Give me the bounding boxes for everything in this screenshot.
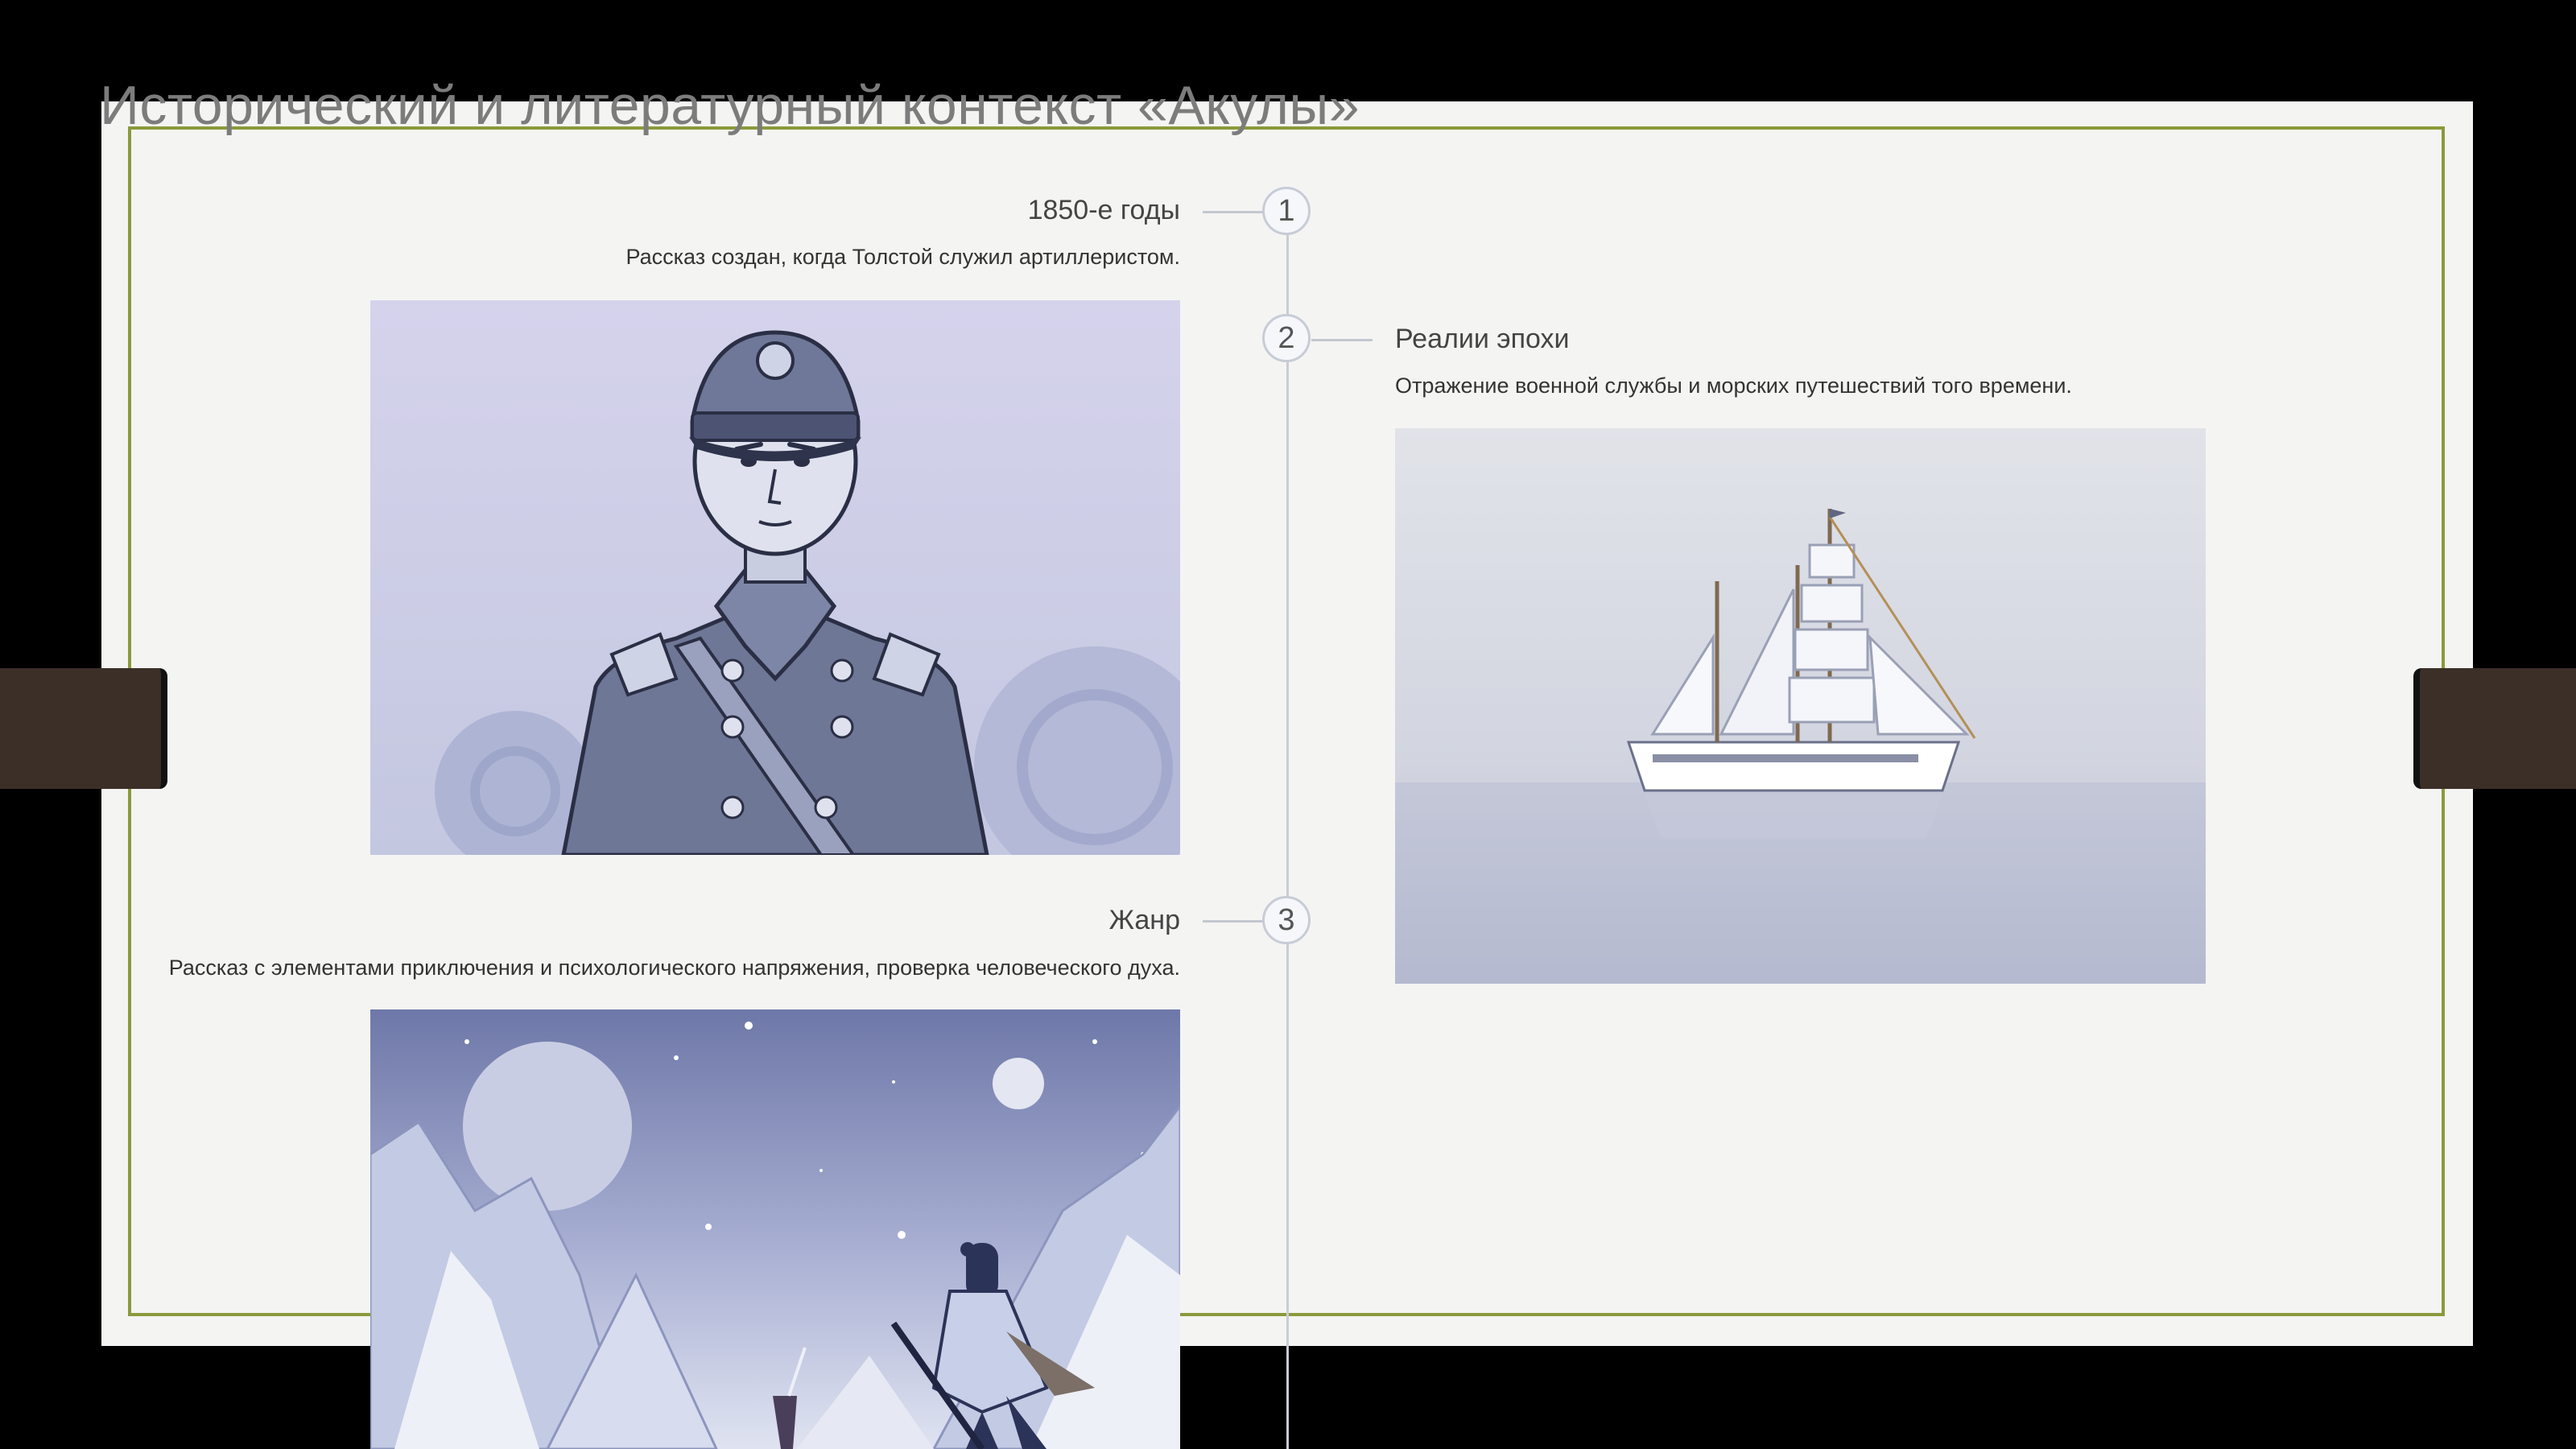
timeline-node-3: 3 xyxy=(1262,896,1311,944)
sailing-ship-illustration xyxy=(1395,428,2206,984)
timeline-connector-2 xyxy=(1311,339,1373,341)
timeline-node-number: 3 xyxy=(1278,902,1295,937)
officer-illustration xyxy=(370,300,1180,855)
event-description-3: Рассказ с элементами приключения и психо… xyxy=(168,956,1180,980)
mountain-warrior-illustration xyxy=(370,1009,1180,1449)
timeline-node-number: 1 xyxy=(1278,193,1295,228)
timeline-connector-3 xyxy=(1203,920,1264,923)
timeline-node-1: 1 xyxy=(1262,187,1311,235)
right-side-tab xyxy=(2413,668,2576,789)
left-side-tab xyxy=(0,668,167,789)
timeline-node-number: 2 xyxy=(1278,320,1295,355)
timeline-connector-1 xyxy=(1203,211,1264,213)
event-description-2: Отражение военной службы и морских путеш… xyxy=(1395,374,2072,398)
event-title-3: Жанр xyxy=(1108,905,1180,935)
event-title-1: 1850-е годы xyxy=(1027,195,1180,225)
event-title-2: Реалии эпохи xyxy=(1395,324,1570,354)
timeline-node-2: 2 xyxy=(1262,314,1311,362)
event-description-1: Рассказ создан, когда Толстой служил арт… xyxy=(625,245,1181,269)
page-title: Исторический и литературный контекст «Ак… xyxy=(100,75,1360,136)
timeline-axis xyxy=(1286,211,1289,1449)
